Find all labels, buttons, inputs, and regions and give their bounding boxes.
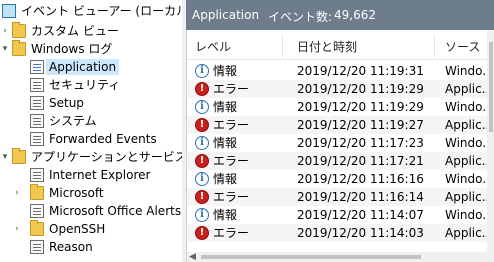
tree-item-windows-logs[interactable]: ▾ Windows ログ xyxy=(0,40,182,58)
scroll-left-icon[interactable]: ◀ xyxy=(189,252,196,262)
datetime-cell: 2019/12/20 11:14:07 xyxy=(297,208,424,222)
tree-item-apps-and-services-logs[interactable]: ▾ アプリケーションとサービス ログ xyxy=(0,148,182,166)
level-cell: 情報 xyxy=(213,100,238,114)
scroll-thumb[interactable] xyxy=(489,42,493,132)
log-icon xyxy=(30,132,44,146)
table-row[interactable]: i 情報 2019/12/20 11:17:23 Windo... xyxy=(187,134,494,152)
source-cell: Applic... xyxy=(445,226,494,240)
column-header-source[interactable]: ソース xyxy=(437,34,487,58)
info-icon: i xyxy=(195,136,209,150)
datetime-cell: 2019/12/20 11:17:21 xyxy=(297,154,424,168)
table-row[interactable]: ! エラー 2019/12/20 11:19:27 Applic... xyxy=(187,116,493,134)
datetime-cell: 2019/12/20 11:17:23 xyxy=(297,136,424,150)
table-row[interactable]: ! エラー 2019/12/20 11:16:14 Applic... xyxy=(187,188,493,206)
level-cell: エラー xyxy=(213,118,250,132)
horizontal-scrollbar[interactable]: ◀ xyxy=(187,252,487,262)
tree-item-forwarded-events[interactable]: Forwarded Events xyxy=(0,130,182,148)
header-divider xyxy=(187,59,487,60)
event-list: レベル 日付と時刻 ソース i 情報 2019/12/20 11:19:31 Wind… xyxy=(186,30,494,262)
tree-item-system[interactable]: システム xyxy=(0,112,182,130)
level-cell: エラー xyxy=(213,226,250,240)
computer-icon xyxy=(2,4,16,18)
vertical-scrollbar[interactable] xyxy=(487,30,494,262)
column-header-level[interactable]: レベル xyxy=(187,34,283,58)
datetime-cell: 2019/12/20 11:14:03 xyxy=(297,226,424,240)
event-count: 49,662 xyxy=(334,8,376,22)
tree-item-event-viewer-root[interactable]: イベント ビューアー (ローカル) xyxy=(0,2,182,20)
log-title: Application xyxy=(192,8,260,22)
info-icon: i xyxy=(195,172,209,186)
tree-item-application[interactable]: Application xyxy=(0,58,182,76)
datetime-cell: 2019/12/20 11:16:16 xyxy=(297,172,424,186)
tree-item-openssh[interactable]: › OpenSSH xyxy=(0,220,182,238)
info-icon: i xyxy=(195,208,209,222)
navigation-tree: イベント ビューアー (ローカル) › カスタム ビュー ▾ Windows ロ… xyxy=(0,0,182,262)
error-icon: ! xyxy=(195,82,209,96)
chevron-right-icon[interactable]: › xyxy=(12,184,22,202)
level-cell: エラー xyxy=(213,154,250,168)
tree-item-setup[interactable]: Setup xyxy=(0,94,182,112)
level-cell: 情報 xyxy=(213,64,238,78)
datetime-cell: 2019/12/20 11:19:27 xyxy=(297,118,424,132)
info-icon: i xyxy=(195,100,209,114)
tree-item-microsoft-office-alerts[interactable]: Microsoft Office Alerts xyxy=(0,202,182,220)
source-cell: Applic... xyxy=(445,118,494,132)
level-cell: エラー xyxy=(213,190,250,204)
scroll-thumb[interactable] xyxy=(201,255,421,259)
chevron-down-icon[interactable]: ▾ xyxy=(0,148,10,166)
source-cell: Applic... xyxy=(445,82,494,96)
log-icon xyxy=(30,78,44,92)
folder-icon xyxy=(12,40,26,56)
tree-item-security[interactable]: セキュリティ xyxy=(0,76,182,94)
folder-icon xyxy=(12,148,26,164)
chevron-right-icon[interactable]: › xyxy=(12,220,22,238)
datetime-cell: 2019/12/20 11:16:14 xyxy=(297,190,424,204)
tree-item-reason[interactable]: Reason xyxy=(0,238,182,256)
log-icon xyxy=(30,168,44,182)
tree-item-internet-explorer[interactable]: Internet Explorer xyxy=(0,166,182,184)
log-icon xyxy=(30,240,44,254)
level-cell: 情報 xyxy=(213,208,238,222)
table-row[interactable]: i 情報 2019/12/20 11:14:07 Windo... xyxy=(187,206,494,224)
event-count-label: イベント数: xyxy=(268,10,333,24)
error-icon: ! xyxy=(195,118,209,132)
error-icon: ! xyxy=(195,190,209,204)
table-row[interactable]: i 情報 2019/12/20 11:19:31 Windo... xyxy=(187,62,494,80)
datetime-cell: 2019/12/20 11:19:29 xyxy=(297,82,424,96)
chevron-right-icon[interactable]: › xyxy=(0,22,10,40)
folder-icon xyxy=(30,220,44,236)
error-icon: ! xyxy=(195,226,209,240)
table-row[interactable]: ! エラー 2019/12/20 11:19:29 Applic... xyxy=(187,80,493,98)
datetime-cell: 2019/12/20 11:19:31 xyxy=(297,64,424,78)
log-icon xyxy=(30,60,44,74)
log-header: Application イベント数: 49,662 xyxy=(186,0,494,30)
level-cell: 情報 xyxy=(213,172,238,186)
table-row[interactable]: ! エラー 2019/12/20 11:14:03 Applic... xyxy=(187,224,493,242)
source-cell: Applic... xyxy=(445,190,494,204)
info-icon: i xyxy=(195,64,209,78)
column-header-datetime[interactable]: 日付と時刻 xyxy=(289,34,435,58)
table-row[interactable]: ! エラー 2019/12/20 11:17:21 Applic... xyxy=(187,152,493,170)
tree-item-microsoft[interactable]: › Microsoft xyxy=(0,184,182,202)
folder-icon xyxy=(30,184,44,200)
source-cell: Applic... xyxy=(445,154,494,168)
chevron-down-icon[interactable]: ▾ xyxy=(0,40,10,58)
datetime-cell: 2019/12/20 11:19:29 xyxy=(297,100,424,114)
folder-icon xyxy=(12,22,26,38)
log-icon xyxy=(30,96,44,110)
error-icon: ! xyxy=(195,154,209,168)
level-cell: 情報 xyxy=(213,136,238,150)
level-cell: エラー xyxy=(213,82,250,96)
table-row[interactable]: i 情報 2019/12/20 11:16:16 Windo... xyxy=(187,170,494,188)
log-icon xyxy=(30,204,44,218)
table-row[interactable]: i 情報 2019/12/20 11:19:29 Windo... xyxy=(187,98,494,116)
tree-item-custom-views[interactable]: › カスタム ビュー xyxy=(0,22,182,40)
log-icon xyxy=(30,114,44,128)
